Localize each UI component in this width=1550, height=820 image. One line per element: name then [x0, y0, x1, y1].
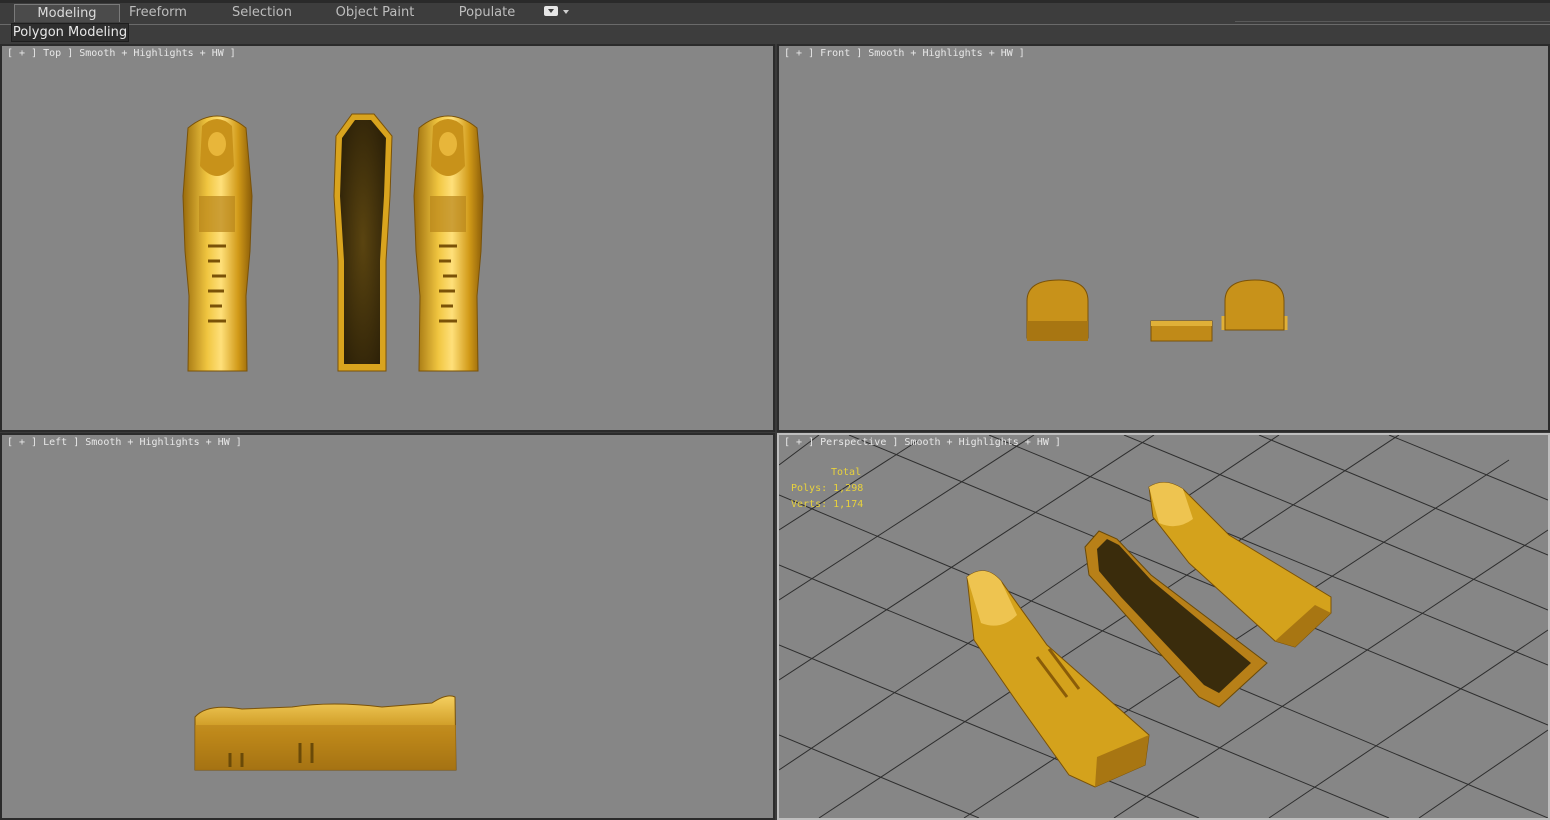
- viewport-perspective[interactable]: [ + ] Perspective ] Smooth + Highlights …: [777, 433, 1550, 820]
- ribbon-options-dropdown[interactable]: [544, 6, 570, 18]
- dropdown-box-icon: [544, 6, 558, 16]
- viewport-label-top[interactable]: [ + ] Top ] Smooth + Highlights + HW ]: [7, 48, 236, 59]
- perspective-view-scene: [779, 435, 1548, 818]
- top-view-scene: [182, 113, 484, 372]
- tab-freeform[interactable]: Freeform: [112, 4, 204, 22]
- viewport-front[interactable]: [ + ] Front ] Smooth + Highlights + HW ]: [777, 44, 1550, 432]
- left-view-scene: [194, 695, 457, 771]
- tab-object-paint[interactable]: Object Paint: [325, 4, 425, 22]
- ribbon-tab-bar: Modeling Freeform Selection Object Paint…: [0, 3, 1550, 25]
- stats-verts: Verts: 1,174: [791, 499, 864, 510]
- viewport-label-left[interactable]: [ + ] Left ] Smooth + Highlights + HW ]: [7, 437, 242, 448]
- tab-bar-divider-right: [1235, 21, 1550, 22]
- viewport-label-perspective[interactable]: [ + ] Perspective ] Smooth + Highlights …: [784, 437, 1061, 448]
- stats-polys: Polys: 1,298: [791, 483, 864, 494]
- tab-selection[interactable]: Selection: [216, 4, 308, 22]
- sarcophagus-side-profile: [194, 695, 457, 771]
- ribbon: Modeling Freeform Selection Object Paint…: [0, 0, 1550, 44]
- chevron-down-icon: [563, 10, 569, 14]
- tab-bar-divider: [0, 24, 1550, 25]
- stats-total-label: Total: [831, 467, 862, 478]
- front-lid-a: [1026, 279, 1089, 341]
- sarcophagus-base-open: [333, 113, 393, 372]
- front-base: [1150, 320, 1213, 342]
- viewport-label-front[interactable]: [ + ] Front ] Smooth + Highlights + HW ]: [784, 48, 1025, 59]
- front-lid-b: [1221, 279, 1288, 331]
- front-view-scene: [1026, 279, 1288, 342]
- polygon-modeling-button[interactable]: Polygon Modeling: [11, 23, 129, 42]
- sarcophagus-lid-b: [413, 115, 484, 372]
- sarcophagus-lid-a: [182, 115, 253, 372]
- tab-modeling[interactable]: Modeling: [14, 4, 120, 22]
- scene-statistics: Total Polys: 1,298 Verts: 1,174: [791, 465, 863, 513]
- viewport-left[interactable]: [ + ] Left ] Smooth + Highlights + HW ]: [0, 433, 775, 820]
- viewport-top[interactable]: [ + ] Top ] Smooth + Highlights + HW ]: [0, 44, 775, 432]
- tab-populate[interactable]: Populate: [444, 4, 530, 22]
